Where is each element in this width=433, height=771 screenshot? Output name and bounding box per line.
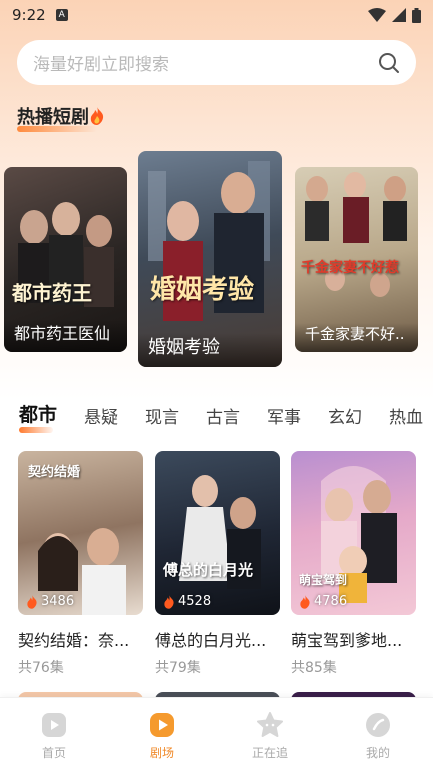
heat-value: 4786 [314,594,348,609]
nav-theater[interactable]: 剧场 [127,712,197,761]
section-title: 热播短剧 [17,103,105,129]
card-episodes: 共85集 [291,660,337,676]
cover-art-text: 傅总的白月光 [163,561,254,579]
poster-art-text: 婚姻考验 [150,275,255,305]
poster-art-text: 都市药王 [12,281,92,305]
card-episodes: 共76集 [18,660,64,676]
card-cover[interactable]: 傅总的白月光 4528 [155,451,280,615]
tab-junshi[interactable]: 军事 [267,403,301,428]
card-title[interactable]: 契约结婚：奈... [18,627,143,651]
cover-figures [179,475,261,589]
tab-xianyan[interactable]: 现言 [145,403,179,428]
play-icon [42,713,66,737]
card-title[interactable]: 傅总的白月光... [155,627,280,651]
nav-label: 首页 [41,746,66,760]
search-bar[interactable]: 海量好剧立即搜索 [17,40,416,85]
cover-art-text: 契约结婚 [28,465,81,480]
wifi-icon [368,8,386,22]
nav-profile[interactable]: 我的 [343,712,413,761]
heat-value: 4528 [178,594,212,609]
search-input[interactable]: 海量好剧立即搜索 [33,50,378,75]
nav-home[interactable]: 首页 [19,712,89,761]
nav-following[interactable]: 正在追 [235,712,305,761]
nav-label: 剧场 [149,746,174,760]
drama-card-3[interactable]: 萌宝驾到 4786 萌宝驾到爹地... 共85集 [291,451,416,677]
fire-icon [300,594,310,609]
search-icon[interactable] [378,52,400,74]
heat-value: 3486 [41,594,75,609]
card-title[interactable]: 萌宝驾到爹地... [291,627,416,651]
nav-label: 正在追 [251,746,288,760]
bottom-nav: 首页 剧场 正在追 我的 [0,697,433,771]
poster-caption: 千金家妻不好.. [295,323,418,352]
tab-dushi[interactable]: 都市 [19,400,57,427]
profile-icon [366,713,390,737]
tab-rexue[interactable]: 热血 [389,403,423,428]
notification-icon: A [55,9,68,21]
battery-icon [412,7,421,23]
fire-icon [27,594,37,609]
cover-art-text: 萌宝驾到 [299,573,348,587]
drama-card-1[interactable]: 契约结婚 3486 契约结婚：奈... 共76集 [18,451,143,677]
poster-art-text: 千金家妻不好惹 [301,260,399,276]
poster-caption: 都市药王医仙 [4,320,127,352]
signal-icon [392,8,406,22]
status-time: 9:22 [12,6,46,24]
card-cover[interactable]: 萌宝驾到 4786 [291,451,416,615]
card-episodes: 共79集 [155,660,201,676]
star-icon [257,712,283,737]
theater-icon [150,713,174,737]
hot-poster-1[interactable]: 都市药王 都市药王医仙 [4,167,127,352]
status-bar: 9:22 A [0,0,433,30]
hot-poster-3[interactable]: 千金家妻不好惹 千金家妻不好.. [295,167,418,352]
hot-poster-2[interactable]: 婚姻考验 婚姻考验 [138,151,282,367]
drama-card-2[interactable]: 傅总的白月光 4528 傅总的白月光... 共79集 [155,451,280,677]
tab-guyan[interactable]: 古言 [206,403,240,428]
fire-icon [164,594,174,609]
genre-tabs: 都市 悬疑 现言 古言 军事 玄幻 热血 [0,400,433,434]
section-title-text: 热播短剧 [17,107,89,128]
tab-xuanhuan[interactable]: 玄幻 [328,403,362,428]
heat-count: 4786 [299,594,347,609]
fire-icon [90,107,104,125]
tab-xuanyi[interactable]: 悬疑 [84,403,118,428]
cover-figures [321,466,397,603]
nav-label: 我的 [365,746,390,760]
heat-count: 3486 [26,594,74,609]
status-icons [368,7,421,23]
card-cover[interactable]: 契约结婚 3486 [18,451,143,615]
poster-caption: 婚姻考验 [138,333,282,367]
heat-count: 4528 [163,594,211,609]
